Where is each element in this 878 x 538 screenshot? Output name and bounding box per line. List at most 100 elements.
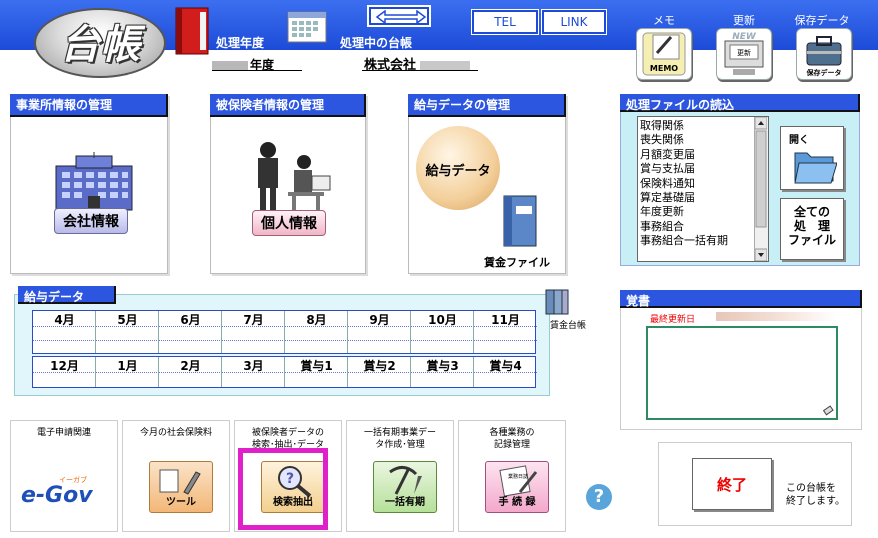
list-item[interactable]: 取得関係	[640, 119, 752, 133]
col-divider	[411, 311, 474, 353]
col-divider	[285, 311, 348, 353]
list-item[interactable]: 賞与支払届	[640, 162, 752, 176]
year-underline	[212, 70, 302, 71]
help-button[interactable]: ?	[586, 484, 612, 510]
tools-icon	[159, 469, 201, 495]
list-item[interactable]: 保険料通知	[640, 177, 752, 191]
last-updated-redacted	[716, 312, 836, 321]
list-item[interactable]: 喪失関係	[640, 133, 752, 147]
switch-arrow-button[interactable]	[367, 5, 431, 27]
company-info-label: 会社情報	[54, 208, 128, 234]
memo-pad-icon: MEMO	[642, 32, 686, 76]
office-building-icon	[55, 152, 133, 211]
file-listbox[interactable]: 取得関係 喪失関係 月額変更届 賞与支払届 保険料通知 算定基礎届 年度更新 事…	[637, 116, 769, 262]
col-divider	[96, 357, 159, 387]
file-load-title: 処理ファイルの読込	[620, 94, 860, 112]
exit-note: この台帳を 終了します。	[786, 482, 845, 508]
batch-term-icon[interactable]: 一括有期	[373, 461, 437, 513]
eraser-icon[interactable]	[822, 404, 834, 416]
col-divider	[285, 357, 348, 387]
last-updated-label: 最終更新日	[650, 315, 696, 325]
salary-data-label: 給与データ	[425, 164, 491, 179]
update-icon-text: 更新	[737, 48, 751, 57]
business-log-label: 手 続 録	[498, 497, 536, 508]
memo-button[interactable]: MEMO	[636, 28, 692, 80]
all-files-line: 処 理	[793, 219, 830, 233]
egov-logo[interactable]: e-Gov	[21, 483, 93, 508]
col-divider	[159, 357, 222, 387]
processing-ledger-label: 処理中の台帳	[340, 36, 413, 50]
personal-info-button[interactable]: 個人情報	[240, 140, 336, 240]
double-arrow-icon	[375, 10, 427, 24]
col-divider	[222, 311, 285, 353]
ledger-book-icon	[175, 7, 209, 55]
briefcase-icon: 保存データ	[806, 36, 842, 77]
tel-button[interactable]: TEL	[471, 9, 539, 35]
all-files-line: ファイル	[787, 233, 836, 247]
batch-term-title: 一括有期事業デー タ作成･管理	[363, 428, 436, 450]
month-grid-row-2: 12月 1月 2月 3月 賞与1 賞与2 賞与3 賞与4	[32, 356, 537, 388]
batch-term-panel[interactable]: 一括有期事業デー タ作成･管理 一括有期	[346, 420, 454, 532]
all-files-line: 全ての	[793, 205, 830, 219]
col-divider	[348, 311, 411, 353]
insurance-tool-title: 今月の社会保険料	[139, 428, 212, 438]
link-button[interactable]: LINK	[541, 9, 607, 35]
save-icon-text: 保存データ	[806, 68, 842, 77]
list-item[interactable]: 算定基礎届	[640, 191, 752, 205]
logo-text: 台帳	[60, 21, 140, 68]
month-grid-row-1: 4月 5月 6月 7月 8月 9月 10月 11月	[32, 310, 537, 354]
business-log-panel[interactable]: 各種業務の 記録管理 業務日誌 手 続 録	[458, 420, 566, 532]
salary-data-button[interactable]: 給与データ	[416, 126, 500, 210]
personal-info-label: 個人情報	[252, 210, 326, 236]
company-redacted	[420, 60, 471, 71]
memo-icon-text: MEMO	[650, 64, 678, 73]
tool-icon[interactable]: ツール	[149, 461, 213, 513]
office-info-title: 事業所情報の管理	[10, 94, 168, 117]
list-item[interactable]: 年度更新	[640, 205, 752, 219]
bonus-cell[interactable]: 賞与4	[474, 357, 537, 373]
insurance-tool-panel[interactable]: 今月の社会保険料 ツール	[122, 420, 230, 532]
exit-note-line: 終了します。	[786, 496, 845, 507]
egov-badge: イーガブ	[59, 476, 87, 484]
wage-file-binder-icon[interactable]	[500, 192, 544, 252]
month-subcell	[474, 327, 537, 341]
exit-button[interactable]: 終了	[692, 458, 772, 510]
month-cell[interactable]: 11月	[474, 311, 537, 327]
business-log-icon[interactable]: 業務日誌 手 続 録	[485, 461, 549, 513]
wage-file-label: 賃金ファイル	[484, 256, 550, 269]
memo-label: メモ	[653, 14, 675, 27]
list-item[interactable]: 事務組合一括有期	[640, 234, 752, 248]
list-item[interactable]: 事務組合	[640, 220, 752, 234]
save-data-button[interactable]: 保存データ	[796, 28, 852, 80]
calendar-icon[interactable]	[284, 8, 330, 44]
file-list-scrollbar[interactable]	[754, 116, 768, 262]
salary-grid-title: 給与データ	[18, 286, 116, 304]
salary-data-title: 給与データの管理	[408, 94, 566, 117]
processing-year-label: 処理年度	[216, 36, 265, 50]
insured-info-title: 被保険者情報の管理	[210, 94, 366, 117]
egov-panel[interactable]: 電子申請関連 e-Gov イーガブ	[10, 420, 118, 532]
company-info-button[interactable]: 会社情報	[46, 152, 142, 242]
list-item[interactable]: 月額変更届	[640, 148, 752, 162]
update-label: 更新	[733, 14, 755, 27]
col-divider	[33, 357, 96, 387]
save-data-label: 保存データ	[794, 14, 850, 27]
col-divider	[411, 357, 474, 387]
year-redacted	[212, 60, 248, 71]
col-divider	[96, 311, 159, 353]
update-monitor-icon: NEW 更新	[724, 32, 764, 75]
file-list-items: 取得関係 喪失関係 月額変更届 賞与支払届 保険料通知 算定基礎届 年度更新 事…	[640, 119, 752, 249]
memo-textarea[interactable]	[646, 326, 838, 420]
tool-icon-label: ツール	[166, 497, 196, 508]
update-button[interactable]: NEW 更新	[716, 28, 772, 80]
folder-open-icon	[794, 152, 837, 184]
people-icon	[258, 142, 331, 212]
batch-term-label: 一括有期	[385, 497, 425, 508]
col-divider	[222, 357, 285, 387]
wage-ledger-label: 賃金台帳	[550, 321, 587, 331]
all-files-button[interactable]: 全ての 処 理 ファイル	[780, 198, 844, 260]
open-button[interactable]: 開く	[780, 126, 844, 190]
business-log-title: 各種業務の 記録管理	[489, 428, 535, 450]
company-underline	[362, 70, 478, 71]
wage-ledger-icon[interactable]	[542, 288, 570, 316]
